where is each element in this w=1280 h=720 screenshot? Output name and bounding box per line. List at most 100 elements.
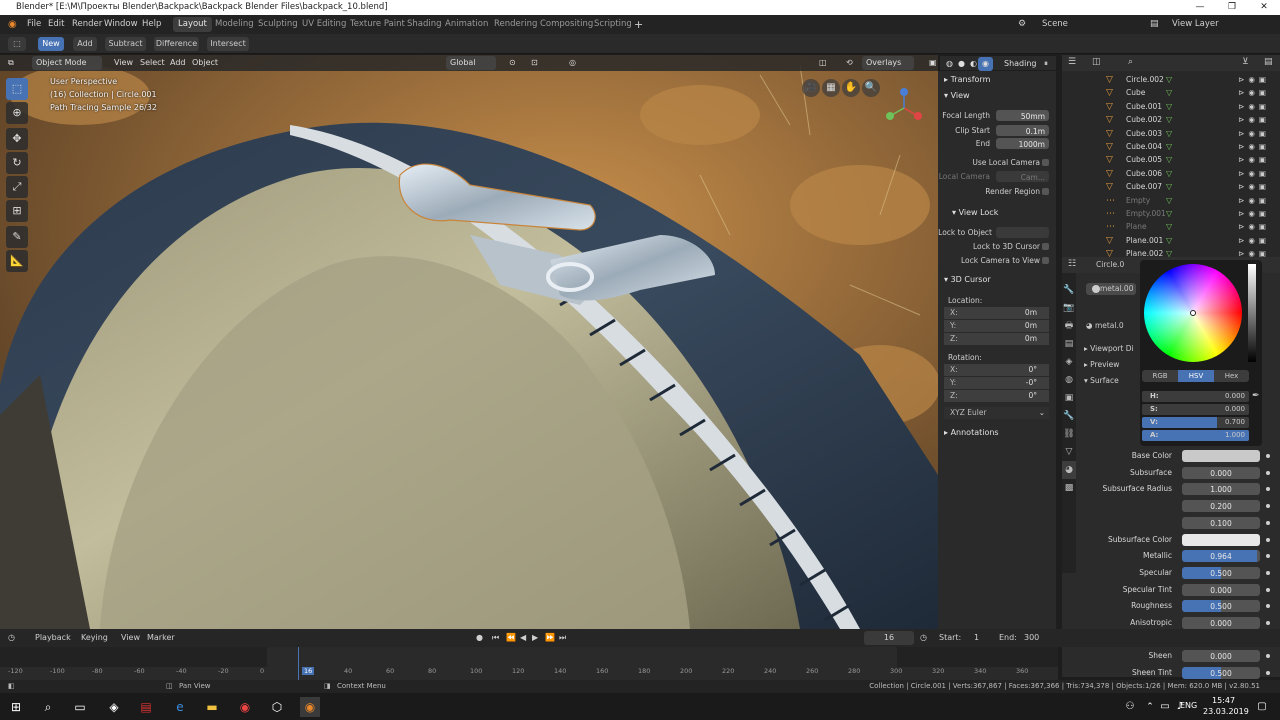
- scene-tab-icon[interactable]: ◈: [1062, 353, 1076, 371]
- clock-date[interactable]: 23.03.2019: [1203, 707, 1249, 716]
- visibility-toggle-icons[interactable]: ⊳◉▣: [1238, 73, 1270, 86]
- local-camera-field[interactable]: Cam...: [996, 171, 1049, 182]
- cursor-panel-header[interactable]: ▾ 3D Cursor: [944, 275, 991, 284]
- axis-gizmo[interactable]: [880, 86, 930, 126]
- blender-taskbar-icon[interactable]: ◉: [300, 697, 320, 717]
- cursor-loc-z[interactable]: Z: 0m: [944, 333, 1049, 345]
- clip-end-field[interactable]: 1000m: [996, 138, 1049, 149]
- mode-rgb[interactable]: RGB: [1142, 370, 1178, 382]
- outliner-row[interactable]: ▽ Plane.001 ▽ ⊳◉▣: [1062, 234, 1280, 247]
- property-value[interactable]: 0.000: [1182, 650, 1260, 663]
- transform-panel-header[interactable]: ▸ Transform: [944, 75, 990, 84]
- ortho-toggle-icon[interactable]: ▦: [822, 79, 840, 97]
- outliner-row[interactable]: ⋯ Empty.001 ▽ ⊳◉▣: [1062, 207, 1280, 220]
- visibility-toggle-icons[interactable]: ⊳◉▣: [1238, 207, 1270, 220]
- mode-dropdown[interactable]: Object Mode: [32, 56, 102, 70]
- saturation-field[interactable]: S: 0.000: [1142, 404, 1249, 415]
- camera-view-icon[interactable]: 🎥: [802, 79, 820, 97]
- outliner-row[interactable]: ▽ Cube.004 ▽ ⊳◉▣: [1062, 140, 1280, 153]
- color-picker-popup[interactable]: RGB HSV Hex H: 0.000 S: 0.000 V: 0.700 A: 1.…: [1140, 260, 1262, 446]
- view-menu[interactable]: View: [110, 56, 137, 70]
- menu-help[interactable]: Help: [142, 15, 161, 34]
- rotation-mode-dropdown[interactable]: XYZ Euler ⌄: [944, 407, 1049, 419]
- visibility-toggle-icons[interactable]: ⊳◉▣: [1238, 140, 1270, 153]
- use-local-camera-checkbox[interactable]: [1042, 159, 1049, 166]
- search-taskbar-icon[interactable]: ⌕: [38, 697, 58, 717]
- timeline-view-menu[interactable]: View: [121, 629, 140, 647]
- annotate-icon[interactable]: ✎: [6, 226, 28, 248]
- hue-field[interactable]: H: 0.000: [1142, 391, 1249, 402]
- lock-camera-checkbox[interactable]: [1042, 257, 1049, 264]
- keyframe-dot-icon[interactable]: [1266, 587, 1270, 592]
- cursor-loc-y[interactable]: Y: 0m: [944, 320, 1049, 332]
- outliner[interactable]: ☰ ◫ ⌕ ⊻ ▤ ▽ Circle.002 ▽ ⊳◉▣ ▽ Cube ▽ ⊳◉▣ ▽ Cube.…: [1062, 55, 1280, 259]
- playhead[interactable]: [298, 647, 299, 680]
- color-wheel-cursor[interactable]: [1190, 310, 1196, 316]
- close-icon[interactable]: ✕: [1248, 0, 1280, 15]
- play-icon[interactable]: ▶: [532, 629, 538, 647]
- outliner-row[interactable]: ⋯ Empty ▽ ⊳◉▣: [1062, 194, 1280, 207]
- material-name-field[interactable]: ◕ metal.0: [1086, 321, 1124, 330]
- cursor-rot-y[interactable]: Y: -0°: [944, 377, 1049, 389]
- menu-window[interactable]: Window: [104, 15, 138, 34]
- start-field[interactable]: 1: [974, 629, 979, 647]
- cursor-loc-x[interactable]: X: 0m: [944, 307, 1049, 319]
- property-value[interactable]: 1.000: [1182, 483, 1260, 496]
- task-view-icon[interactable]: ▭: [70, 697, 90, 717]
- tab-layout[interactable]: Layout: [173, 17, 212, 32]
- maximize-icon[interactable]: ❐: [1216, 0, 1248, 15]
- transform-icon[interactable]: ⊞: [6, 200, 28, 222]
- outliner-editor-icon[interactable]: ☰: [1068, 57, 1076, 67]
- surface-header[interactable]: ▾ Surface: [1084, 376, 1119, 385]
- outliner-row[interactable]: ▽ Circle.002 ▽ ⊳◉▣: [1062, 73, 1280, 86]
- tab-texture-paint[interactable]: Texture Paint: [345, 17, 410, 32]
- jump-end-icon[interactable]: ⏭: [559, 629, 566, 647]
- visibility-toggle-icons[interactable]: ⊳◉▣: [1238, 153, 1270, 166]
- visibility-toggle-icons[interactable]: ⊳◉▣: [1238, 220, 1270, 233]
- pause-render-icon[interactable]: ⏸: [1040, 57, 1052, 71]
- keyframe-dot-icon[interactable]: [1266, 604, 1270, 609]
- timeline-ruler[interactable]: -120 -100 -80 -60 -40 -20 0 16 40 60 80 100 120 140 16…: [0, 667, 1058, 680]
- new-collection-icon[interactable]: ▤: [1264, 57, 1273, 67]
- visibility-toggle-icons[interactable]: ⊳◉▣: [1238, 194, 1270, 207]
- bool-new-button[interactable]: New: [38, 37, 64, 51]
- prev-key-icon[interactable]: ⏪: [506, 629, 516, 647]
- current-frame-field[interactable]: 16: [864, 631, 914, 645]
- preview-header[interactable]: ▸ Preview: [1084, 360, 1119, 369]
- mode-hsv[interactable]: HSV: [1178, 370, 1214, 382]
- render-region-checkbox[interactable]: [1042, 188, 1049, 195]
- visibility-toggle-icons[interactable]: ⊳◉▣: [1238, 127, 1270, 140]
- output-tab-icon[interactable]: 🖶: [1062, 317, 1076, 335]
- view-layer-tab-icon[interactable]: ▤: [1062, 335, 1076, 353]
- cursor-rot-x[interactable]: X: 0°: [944, 364, 1049, 376]
- tab-modeling[interactable]: Modeling: [210, 17, 259, 32]
- minimize-icon[interactable]: —: [1184, 0, 1216, 15]
- visibility-toggle-icons[interactable]: ⊳◉▣: [1238, 180, 1270, 193]
- xray-icon[interactable]: ▣: [925, 56, 941, 70]
- property-value[interactable]: 0.500: [1182, 566, 1260, 579]
- constraint-tab-icon[interactable]: ⛓: [1062, 425, 1076, 443]
- filter-icon[interactable]: ⊻: [1242, 57, 1249, 67]
- keyframe-dot-icon[interactable]: [1266, 504, 1270, 509]
- alpha-field[interactable]: A: 1.000: [1142, 430, 1249, 441]
- cursor-icon[interactable]: ⊕: [6, 102, 28, 124]
- value-slider[interactable]: [1248, 264, 1256, 362]
- notifications-icon[interactable]: ▢: [1252, 697, 1272, 717]
- keyframe-dot-icon[interactable]: [1266, 537, 1270, 542]
- menu-render[interactable]: Render: [72, 15, 102, 34]
- move-icon[interactable]: ✥: [6, 128, 28, 150]
- visibility-toggle-icons[interactable]: ⊳◉▣: [1238, 86, 1270, 99]
- select-box-icon[interactable]: ⬚: [6, 78, 28, 100]
- tab-animation[interactable]: Animation: [440, 17, 493, 32]
- select-menu[interactable]: Select: [136, 56, 169, 70]
- property-value[interactable]: 0.200: [1182, 500, 1260, 513]
- tool-tab-icon[interactable]: 🔧: [1062, 281, 1076, 299]
- keyframe-dot-icon[interactable]: [1266, 470, 1270, 475]
- mode-hex[interactable]: Hex: [1214, 370, 1249, 382]
- rotate-icon[interactable]: ↻: [6, 152, 28, 174]
- measure-icon[interactable]: 📐: [6, 250, 28, 272]
- search-icon[interactable]: ⌕: [1128, 57, 1133, 67]
- keyframe-dot-icon[interactable]: [1266, 554, 1270, 559]
- clock-icon[interactable]: ◷: [920, 629, 927, 647]
- keying-menu[interactable]: Keying: [81, 629, 108, 647]
